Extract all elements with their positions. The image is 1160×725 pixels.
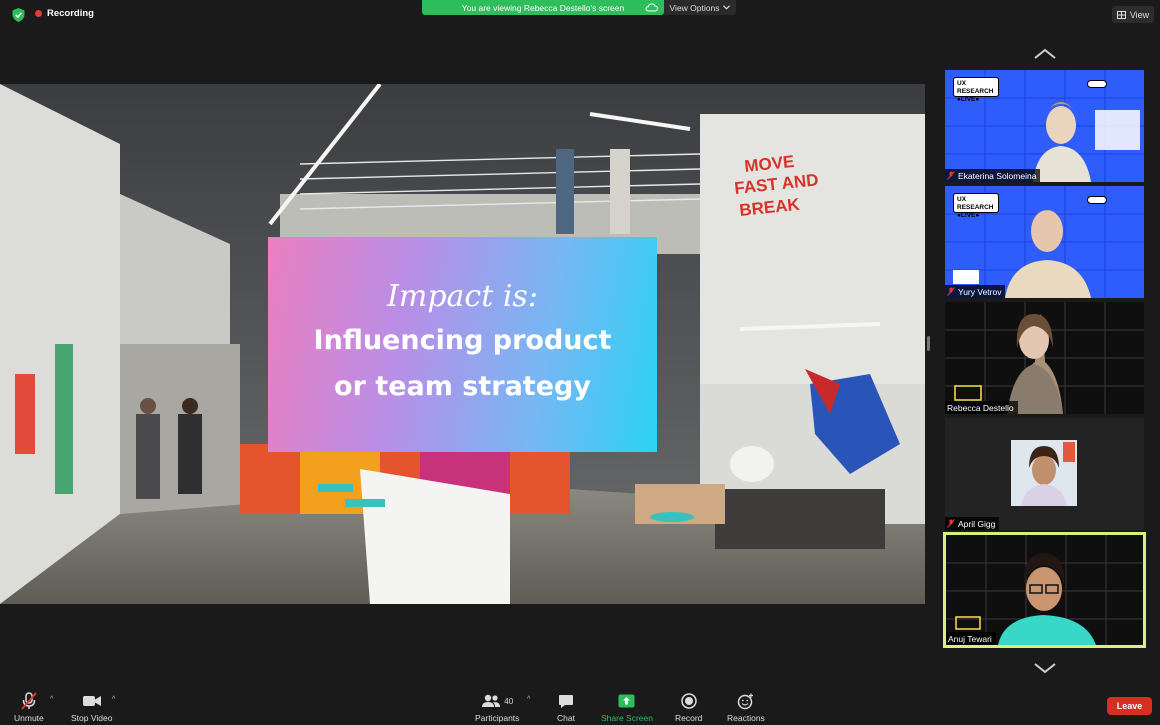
recording-label: Recording — [47, 8, 94, 19]
participant-name-tag: Ekaterina Solomeina — [945, 169, 1041, 182]
view-options-label: View Options — [669, 2, 720, 13]
participants-options-caret-icon[interactable]: ^ — [527, 696, 530, 703]
participants-icon — [482, 694, 501, 707]
participant-name: April Gigg — [958, 518, 996, 529]
unmute-label: Unmute — [14, 713, 44, 723]
badge-line-2: ●LIVE● — [957, 96, 980, 103]
leave-button[interactable]: Leave — [1107, 697, 1152, 715]
muted-mic-icon — [947, 287, 955, 296]
slide-text-card: Impact is: Influencing product or team s… — [268, 237, 657, 452]
view-button-label: View — [1129, 9, 1150, 20]
reactions-button[interactable]: Reactions — [727, 692, 765, 723]
video-camera-icon — [82, 696, 101, 706]
chat-bubble-icon — [558, 694, 573, 708]
badge-line-1: UX RESEARCH — [957, 196, 994, 211]
chevron-down-icon — [723, 5, 731, 10]
participant-tile[interactable]: April Gigg — [945, 418, 1144, 530]
meeting-toolbar: Unmute ^ Stop Video ^ 40 Participants ^ … — [0, 688, 1160, 725]
unmute-options-caret-icon[interactable]: ^ — [50, 696, 53, 703]
record-icon — [680, 693, 697, 709]
ux-research-badge: UX RESEARCH ●LIVE● — [953, 77, 999, 103]
muted-mic-icon — [947, 171, 955, 180]
share-screen-label: Share Screen — [601, 713, 653, 723]
muted-mic-icon — [947, 519, 955, 528]
share-screen-button[interactable]: Share Screen — [601, 692, 653, 723]
security-shield-icon[interactable] — [12, 8, 25, 22]
participants-count: 40 — [504, 696, 514, 706]
participant-name: Rebecca Destello — [947, 402, 1014, 413]
muted-mic-icon — [21, 692, 37, 710]
recording-indicator[interactable]: Recording — [35, 8, 94, 19]
panel-resize-handle[interactable] — [927, 336, 930, 351]
cloud-icon — [645, 3, 658, 12]
stop-video-label: Stop Video — [71, 713, 113, 723]
event-badge — [1087, 80, 1107, 88]
viewing-screen-banner: You are viewing Rebecca Destello's scree… — [422, 0, 664, 15]
participant-tile[interactable]: Rebecca Destello — [945, 302, 1144, 414]
chat-button[interactable]: Chat — [557, 692, 575, 723]
participant-avatar-photo — [1011, 440, 1077, 506]
participant-tile[interactable]: UX RESEARCH ●LIVE● Ekaterina Solomeina — [945, 70, 1144, 182]
shared-screen[interactable]: MOVE FAST AND BREAK Impact is: Influenci… — [0, 84, 925, 604]
participant-name-tag: Rebecca Destello — [945, 401, 1018, 414]
stop-video-button[interactable]: Stop Video — [71, 692, 112, 723]
participant-name: Anuj Tewari — [948, 633, 992, 644]
unmute-button[interactable]: Unmute — [14, 692, 44, 723]
record-label: Record — [675, 713, 703, 723]
zoom-meeting-window: Recording You are viewing Rebecca Destel… — [0, 0, 1160, 725]
chat-label: Chat — [557, 713, 575, 723]
participant-name: Yury Vetrov — [958, 286, 1002, 297]
tile-background-grid — [946, 535, 1143, 645]
reactions-label: Reactions — [727, 713, 765, 723]
view-options-dropdown[interactable]: View Options — [664, 0, 736, 15]
recording-dot-icon — [35, 10, 42, 17]
event-badge — [1087, 196, 1107, 204]
ux-research-badge: UX RESEARCH ●LIVE● — [953, 193, 999, 219]
participant-name-tag: Anuj Tewari — [946, 632, 996, 645]
chevron-up-icon[interactable] — [1033, 48, 1057, 60]
chevron-down-icon[interactable] — [1033, 662, 1057, 674]
participant-tile[interactable]: UX RESEARCH ●LIVE● Yury Vetrov — [945, 186, 1144, 298]
participant-name: Ekaterina Solomeina — [958, 170, 1037, 181]
record-button[interactable]: Record — [675, 692, 702, 723]
participants-label: Participants — [475, 713, 520, 723]
video-options-caret-icon[interactable]: ^ — [112, 696, 115, 703]
slide-line-1: Influencing product — [313, 325, 612, 356]
slide-line-2: or team strategy — [334, 371, 591, 402]
slide-script-title: Impact is: — [387, 279, 538, 314]
grid-view-icon — [1116, 10, 1126, 19]
tile-background-grid — [945, 302, 1144, 414]
badge-line-1: UX RESEARCH — [957, 80, 994, 95]
participant-name-tag: Yury Vetrov — [945, 285, 1006, 298]
share-screen-icon — [618, 694, 635, 708]
viewing-banner-text: You are viewing Rebecca Destello's scree… — [461, 2, 625, 13]
smiley-reaction-icon — [738, 693, 754, 709]
participant-tile-active-speaker[interactable]: Anuj Tewari — [943, 532, 1146, 648]
participant-name-tag: April Gigg — [945, 517, 1000, 530]
participants-button[interactable]: 40 Participants — [475, 692, 519, 723]
leave-label: Leave — [1116, 701, 1143, 711]
badge-line-2: ●LIVE● — [957, 212, 980, 219]
view-button[interactable]: View — [1112, 6, 1154, 23]
